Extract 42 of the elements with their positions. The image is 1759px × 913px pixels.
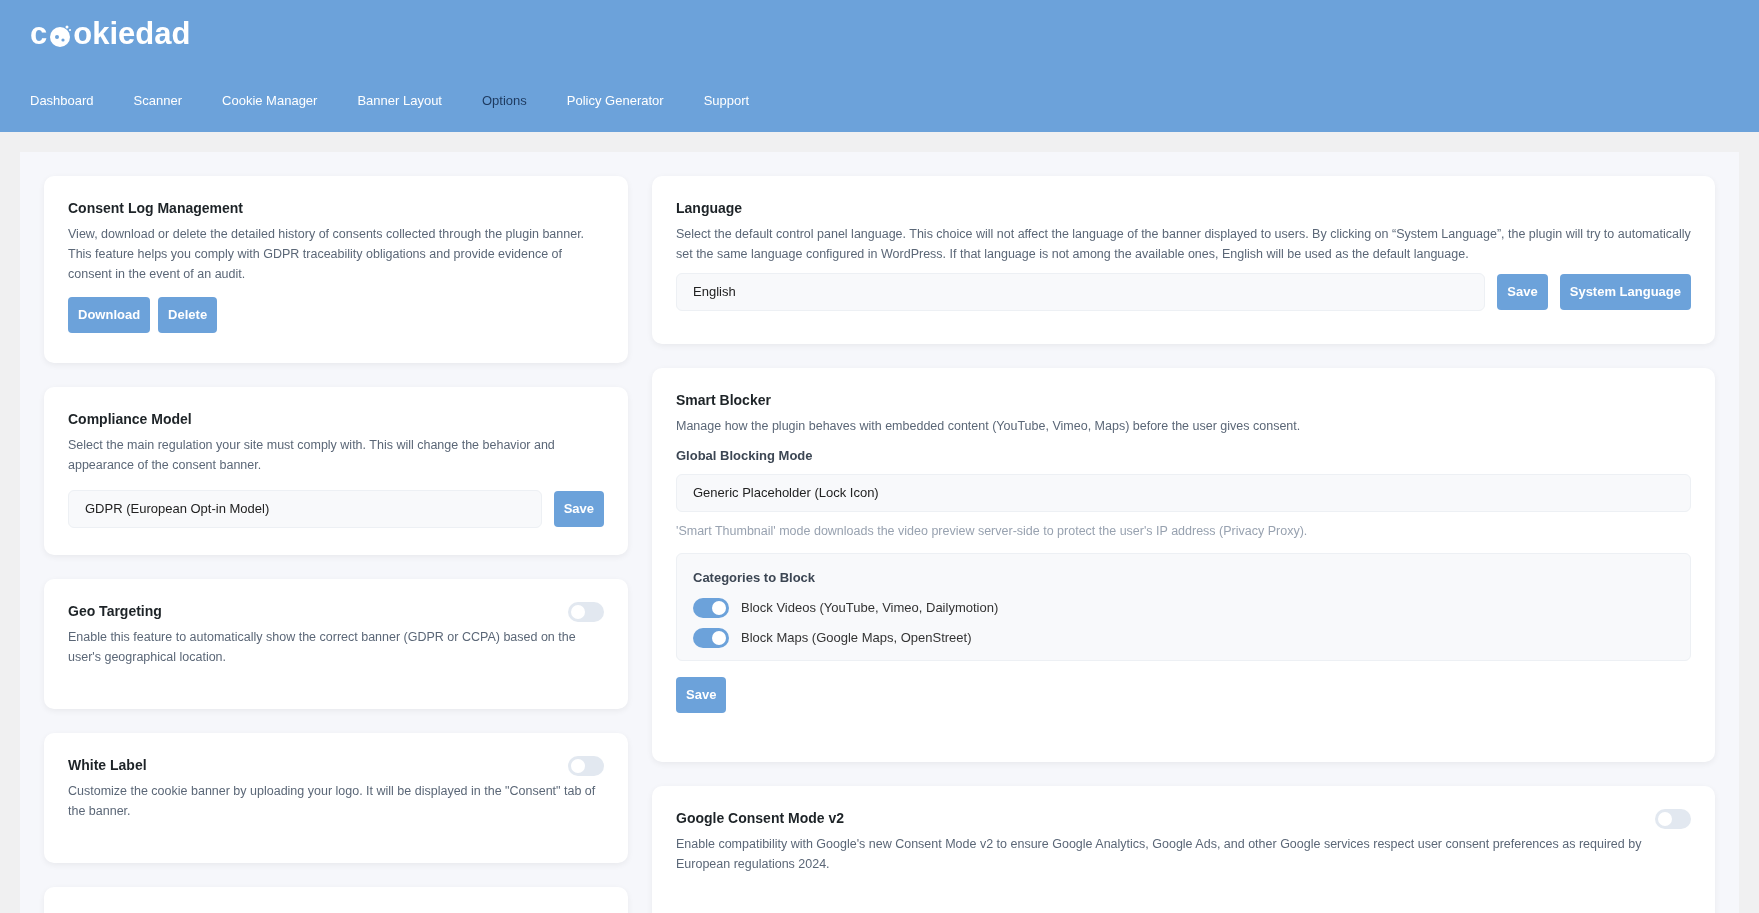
- select-field[interactable]: Generic Placeholder (Lock Icon): [676, 473, 1691, 512]
- logo: c okiedad: [30, 14, 192, 53]
- select-field[interactable]: English: [676, 273, 1486, 311]
- nav-tab[interactable]: Dashboard: [30, 91, 94, 111]
- card-title: Google Consent Mode v2: [676, 809, 844, 828]
- toggle-label: Block Videos (YouTube, Vimeo, Dailymotion): [741, 599, 999, 617]
- action-button[interactable]: Save: [1497, 274, 1548, 310]
- card-title: Compliance Model: [68, 410, 193, 429]
- action-button[interactable]: Save: [676, 676, 727, 713]
- action-button[interactable]: Download: [68, 297, 151, 333]
- action-button[interactable]: Save: [553, 491, 604, 527]
- field-label: Global Blocking Mode: [676, 447, 814, 465]
- toggle-switch[interactable]: [568, 755, 604, 776]
- toggle-switch[interactable]: [693, 597, 729, 618]
- action-button[interactable]: System Language: [1559, 274, 1691, 310]
- nav-tab[interactable]: Cookie Manager: [222, 91, 318, 111]
- card-description: Manage how the plugin behaves with embedded content (YouTube, Vimeo, Maps) before the user gives consent.: [676, 418, 1302, 435]
- card-description: Enable this feature to automatically show the correct banner (GDPR or CCPA) based on the user's geographical location.: [68, 629, 577, 666]
- card-title: White Label: [68, 756, 147, 775]
- nav-tab[interactable]: Policy Generator: [566, 91, 664, 111]
- nav-tab[interactable]: Options: [482, 91, 527, 111]
- toggle-switch[interactable]: [568, 601, 604, 622]
- card-title: Smart Blocker: [676, 391, 772, 410]
- card-description: View, download or delete the detailed history of consents collected through the plugin banner. This feature helps you comply with GDPR traceability obligations and provide evidence of consent in the event of an audit.: [68, 226, 586, 283]
- select-field[interactable]: GDPR (European Opt-in Model): [68, 490, 542, 528]
- hint-text: 'Smart Thumbnail' mode downloads the video preview server-side to protect the user's IP address (Privacy Proxy).: [676, 522, 1309, 540]
- card-title: Consent Log Management: [68, 199, 244, 218]
- card-description: Enable compatibility with Google's new Consent Mode v2 to ensure Google Analytics, Google Ads, and other Google services respect user consent preferences as required by European regulations 2024.: [676, 836, 1643, 873]
- toggle-switch[interactable]: [1655, 808, 1691, 829]
- card-title: Geo Targeting: [68, 602, 162, 621]
- action-button[interactable]: Delete: [158, 297, 218, 333]
- card-title: Language: [676, 199, 744, 218]
- cookie-icon: [48, 24, 73, 48]
- card-description: Select the default control panel language. This choice will not affect the language of the banner displayed to users. By clicking on “System Language”, the plugin will try to automatically set the same language configured in WordPress. If that language is not among the available ones, English will be used as the default language.: [676, 226, 1691, 263]
- toggle-switch[interactable]: [693, 627, 729, 648]
- card-description: Customize the cookie banner by uploading your logo. It will be displayed in the "Consent" tab of the banner.: [68, 783, 597, 820]
- nav-tab[interactable]: Support: [703, 91, 750, 111]
- nav-tab[interactable]: Scanner: [133, 91, 183, 111]
- nav-tab[interactable]: Banner Layout: [357, 91, 442, 111]
- card-description: Select the main regulation your site must comply with. This will change the behavior and appearance of the consent banner.: [68, 437, 556, 474]
- panel-title: Categories to Block: [693, 569, 817, 588]
- toggle-label: Block Maps (Google Maps, OpenStreet): [741, 629, 972, 647]
